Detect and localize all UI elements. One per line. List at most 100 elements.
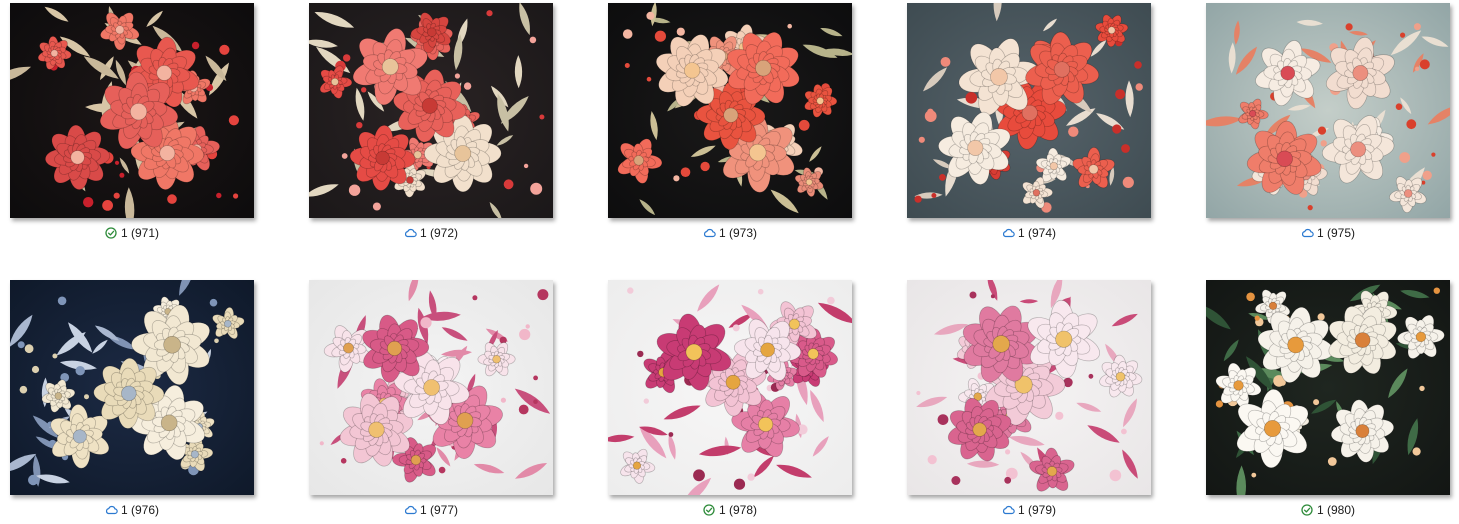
paper-bud <box>637 350 644 358</box>
paper-bud <box>463 82 472 90</box>
paper-bud <box>1246 292 1255 302</box>
paper-bud <box>1313 399 1320 406</box>
paper-bud <box>918 136 925 143</box>
cloud-icon <box>1002 227 1015 243</box>
paper-bud <box>343 54 351 62</box>
paper-bud <box>1004 476 1012 484</box>
paper-bud <box>24 344 34 354</box>
file-caption[interactable]: 1 (971) <box>10 225 254 243</box>
file-caption[interactable]: 1 (973) <box>608 225 852 243</box>
paper-bud <box>525 324 530 329</box>
paper-bud <box>1415 66 1420 71</box>
image-thumbnail[interactable] <box>10 3 254 218</box>
paper-bud <box>114 160 120 165</box>
file-name: 1 (972) <box>419 226 459 240</box>
paper-flower-artwork <box>608 3 852 218</box>
paper-bud <box>219 44 230 55</box>
paper-flower-artwork <box>309 280 553 495</box>
file-tile[interactable]: 1 (974) <box>907 3 1153 251</box>
paper-bud <box>216 192 222 199</box>
paper-bud <box>827 296 835 305</box>
paper-bud <box>668 432 674 437</box>
paper-bud <box>539 114 545 120</box>
paper-bud <box>624 63 630 68</box>
paper-bud <box>533 399 538 404</box>
file-tile[interactable]: 1 (972) <box>309 3 555 251</box>
image-thumbnail[interactable] <box>907 3 1151 218</box>
paper-bud <box>214 338 219 344</box>
paper-bud <box>1055 411 1064 420</box>
paper-bud <box>75 366 85 376</box>
image-thumbnail[interactable] <box>907 280 1151 495</box>
paper-bud <box>1345 23 1353 31</box>
file-tile[interactable]: 1 (973) <box>608 3 854 251</box>
paper-bud <box>990 294 995 299</box>
image-thumbnail[interactable] <box>1206 280 1450 495</box>
paper-bud <box>643 398 649 404</box>
paper-bud <box>700 161 710 172</box>
paper-flower-artwork <box>10 280 254 495</box>
paper-bud <box>937 414 949 425</box>
file-name: 1 (976) <box>120 503 160 517</box>
file-caption[interactable]: 1 (978) <box>608 502 852 520</box>
file-tile[interactable]: 1 (976) <box>10 280 256 524</box>
paper-bud <box>939 174 946 181</box>
paper-bud <box>1431 152 1436 157</box>
file-tile[interactable]: 1 (978) <box>608 280 854 524</box>
paper-bud <box>1317 313 1325 321</box>
paper-bud <box>523 163 529 169</box>
image-thumbnail[interactable] <box>309 3 553 218</box>
file-tile[interactable]: 1 (971) <box>10 3 256 251</box>
paper-bud <box>228 115 239 126</box>
paper-bud <box>1395 103 1403 110</box>
paper-bud <box>1135 83 1143 91</box>
paper-bud <box>1412 447 1421 456</box>
paper-bud <box>1251 472 1257 478</box>
file-caption[interactable]: 1 (972) <box>309 225 553 243</box>
paper-bud <box>17 341 25 349</box>
paper-bud <box>372 202 381 211</box>
file-caption[interactable]: 1 (977) <box>309 502 553 520</box>
paper-bud <box>500 397 506 403</box>
paper-bud <box>454 73 460 79</box>
image-thumbnail[interactable] <box>608 3 852 218</box>
cloud-icon <box>703 227 716 243</box>
file-tile[interactable]: 1 (980) <box>1206 280 1452 524</box>
paper-bud <box>113 192 120 199</box>
image-thumbnail[interactable] <box>608 280 852 495</box>
file-thumbnail-grid: 1 (971) 1 (972) 1 (973) 1 (974) 1 (975) 1 (97… <box>0 0 1459 524</box>
paper-bud <box>19 385 28 394</box>
file-name: 1 (980) <box>1316 503 1356 517</box>
check-circle-icon <box>105 227 118 243</box>
image-thumbnail[interactable] <box>10 280 254 495</box>
file-caption[interactable]: 1 (976) <box>10 502 254 520</box>
paper-bud <box>627 287 634 294</box>
paper-bud <box>191 41 200 50</box>
paper-bud <box>622 29 633 39</box>
file-tile[interactable]: 1 (975) <box>1206 3 1452 251</box>
paper-bud <box>84 394 89 400</box>
file-caption[interactable]: 1 (974) <box>907 225 1151 243</box>
paper-bud <box>1422 170 1432 180</box>
cloud-icon <box>404 227 417 243</box>
file-tile[interactable]: 1 (979) <box>907 280 1153 524</box>
paper-bud <box>1115 89 1126 100</box>
paper-bud <box>119 172 125 178</box>
paper-bud <box>1005 449 1011 455</box>
paper-bud <box>732 324 740 332</box>
paper-flower-artwork <box>1206 280 1450 495</box>
file-tile[interactable]: 1 (977) <box>309 280 555 524</box>
image-thumbnail[interactable] <box>1206 3 1450 218</box>
image-thumbnail[interactable] <box>309 280 553 495</box>
file-caption[interactable]: 1 (980) <box>1206 502 1450 520</box>
file-name: 1 (973) <box>718 226 758 240</box>
paper-bud <box>420 317 432 329</box>
paper-bud <box>233 193 239 199</box>
paper-bud <box>924 110 937 122</box>
paper-bud <box>340 458 347 464</box>
paper-bud <box>940 57 951 67</box>
paper-bud <box>518 404 529 415</box>
file-caption[interactable]: 1 (979) <box>907 502 1151 520</box>
file-caption[interactable]: 1 (975) <box>1206 225 1450 243</box>
paper-bud <box>747 473 755 481</box>
